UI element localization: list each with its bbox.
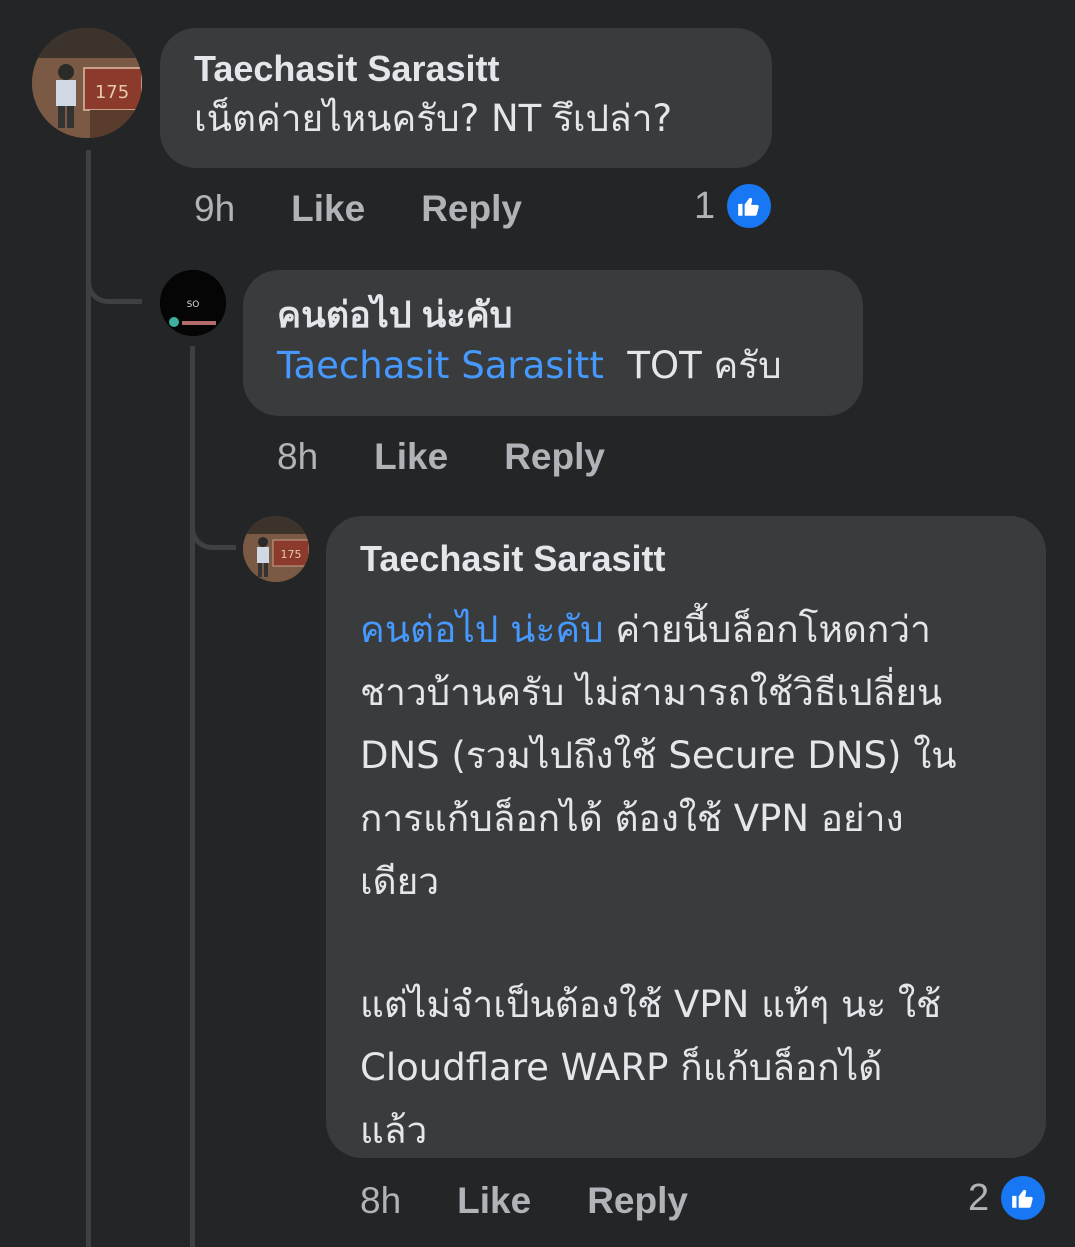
- comment-author[interactable]: Taechasit Sarasitt: [194, 48, 738, 90]
- comment-body: TOT ครับ: [627, 344, 782, 387]
- avatar-sign-text: 175: [281, 548, 302, 561]
- like-button[interactable]: Like: [457, 1180, 531, 1222]
- thumbs-up-icon: [999, 1174, 1048, 1222]
- comment-line: การแก้บล็อกได้ ต้องใช้ VPN อย่าง: [360, 797, 904, 840]
- thread-connector-2: [190, 522, 236, 550]
- mention-link[interactable]: คนต่อไป น่ะคับ: [360, 608, 604, 651]
- like-button[interactable]: Like: [374, 436, 448, 478]
- reply-button[interactable]: Reply: [421, 188, 522, 230]
- reaction-count: 2: [968, 1176, 990, 1219]
- comment-line: คนต่อไป น่ะคับ ค่ายนี้บล็อกโหดกว่า: [360, 608, 931, 651]
- avatar[interactable]: SO: [160, 270, 226, 336]
- comment-text: Taechasit Sarasitt TOT ครับ: [277, 336, 829, 396]
- avatar-text: SO: [187, 300, 200, 310]
- reply-button[interactable]: Reply: [587, 1180, 688, 1222]
- comment-actions: 8h Like Reply: [277, 436, 661, 478]
- thread-line-nested: [190, 346, 195, 1247]
- comment-author[interactable]: คนต่อไป น่ะคับ: [277, 294, 829, 336]
- reply-button[interactable]: Reply: [504, 436, 605, 478]
- comment-bubble: Taechasit Sarasitt คนต่อไป น่ะคับ ค่ายนี…: [326, 516, 1046, 1158]
- comment-line: Cloudflare WARP ก็แก้บล็อกได้: [360, 1046, 883, 1089]
- comment-line: แล้ว: [360, 1109, 428, 1152]
- like-button[interactable]: Like: [291, 188, 365, 230]
- comment-line: ชาวบ้านครับ ไม่สามารถใช้วิธีเปลี่ยน: [360, 671, 943, 714]
- thumbs-up-icon: [725, 182, 774, 230]
- avatar-sign-text: 175: [95, 82, 129, 103]
- comment-text: เน็ตค่ายไหนครับ? NT รึเปล่า?: [194, 97, 673, 140]
- comment-time[interactable]: 9h: [194, 188, 235, 230]
- comment-line: แต่ไม่จำเป็นต้องใช้ VPN แท้ๆ นะ ใช้: [360, 983, 942, 1026]
- avatar[interactable]: 175: [243, 516, 309, 582]
- reaction-summary[interactable]: 1: [694, 182, 774, 230]
- mention-link[interactable]: Taechasit Sarasitt: [277, 344, 604, 387]
- comment-actions: 8h Like Reply: [360, 1180, 744, 1222]
- comment-line: DNS (รวมไปถึงใช้ Secure DNS) ใน: [360, 734, 957, 777]
- avatar[interactable]: 175: [32, 28, 142, 138]
- thread-line-main: [86, 150, 91, 1247]
- comment-time[interactable]: 8h: [277, 436, 318, 478]
- comment-actions: 9h Like Reply: [194, 188, 578, 230]
- comment-text: คนต่อไป น่ะคับ ค่ายนี้บล็อกโหดกว่า ชาวบ้…: [360, 598, 1012, 1162]
- comment-bubble: Taechasit Sarasitt เน็ตค่ายไหนครับ? NT ร…: [160, 28, 772, 168]
- thread-connector-1: [86, 276, 142, 304]
- comment-line: เดียว: [360, 860, 440, 903]
- comment-time[interactable]: 8h: [360, 1180, 401, 1222]
- comment-bubble: คนต่อไป น่ะคับ Taechasit Sarasitt TOT คร…: [243, 270, 863, 416]
- comment-author[interactable]: Taechasit Sarasitt: [360, 538, 1012, 580]
- reaction-summary[interactable]: 2: [968, 1174, 1048, 1222]
- reaction-count: 1: [694, 184, 716, 227]
